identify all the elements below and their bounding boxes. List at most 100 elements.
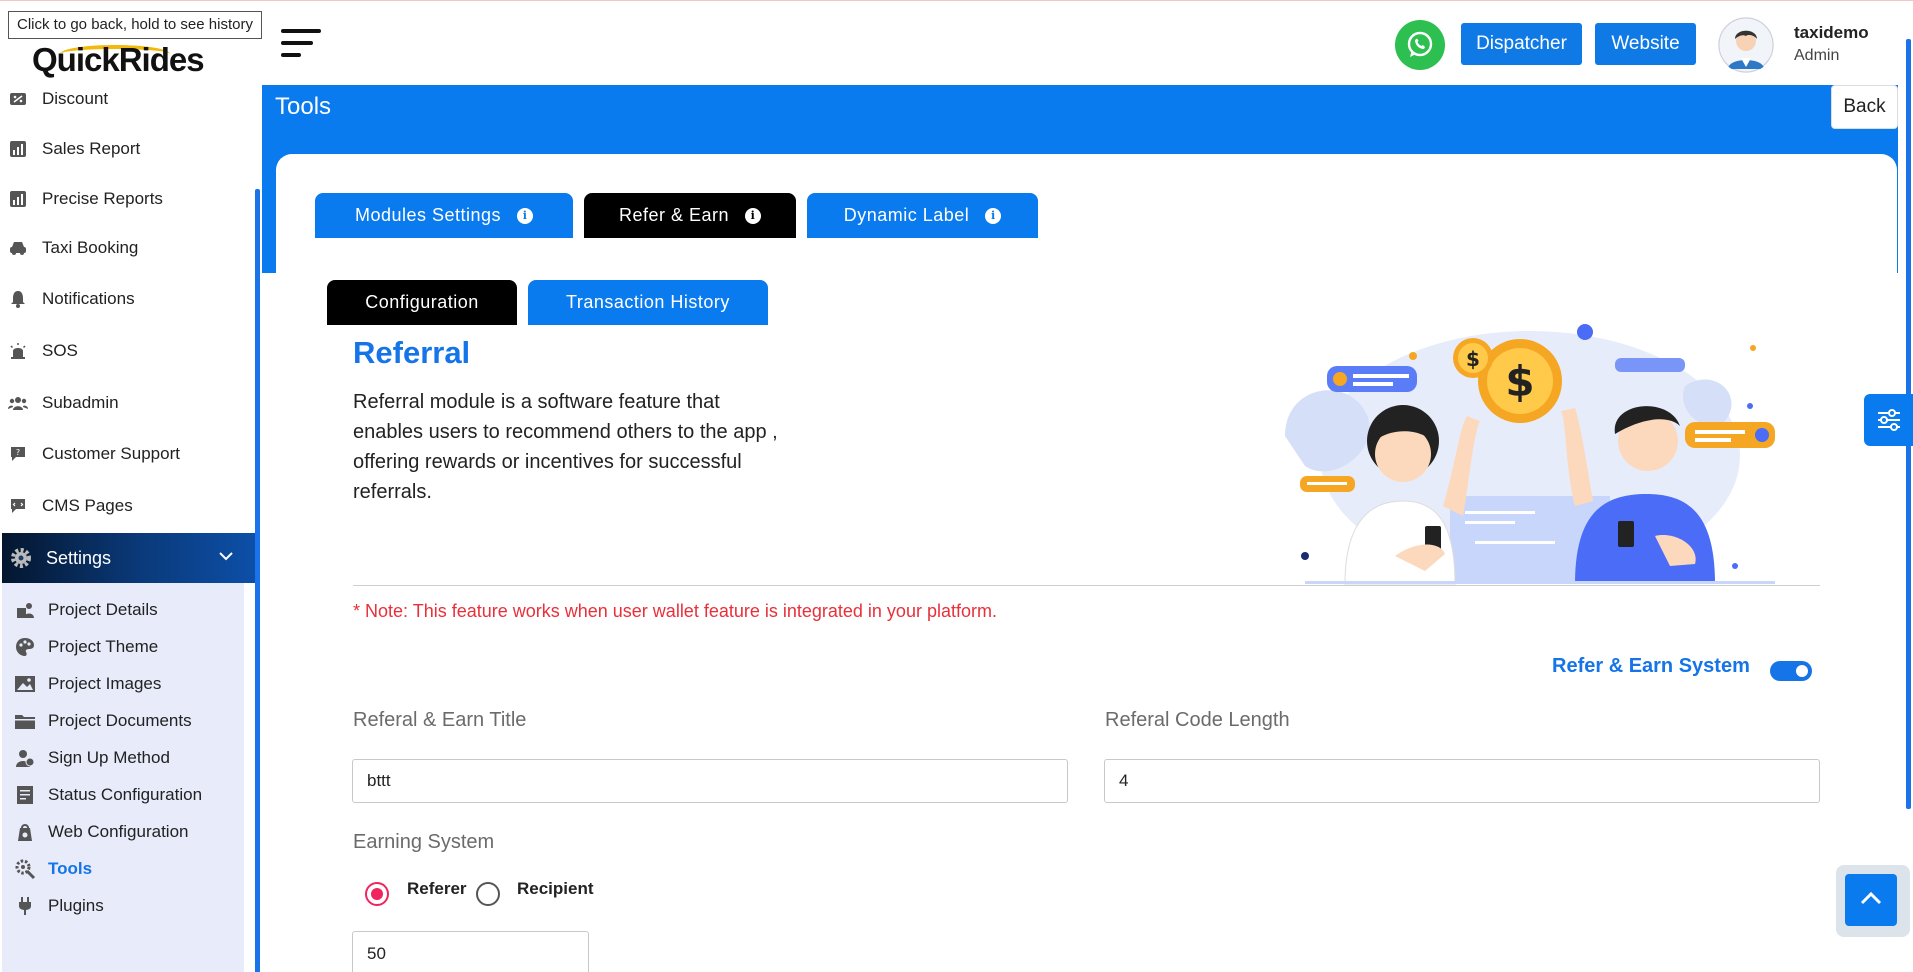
status-icon bbox=[14, 784, 36, 806]
submenu-item-label: Project Documents bbox=[48, 711, 192, 730]
tools-icon bbox=[14, 858, 36, 880]
sidebar-item-label: Customer Support bbox=[42, 444, 180, 463]
submenu-item-label: Sign Up Method bbox=[48, 748, 170, 767]
sidebar-item-notifications[interactable]: Notifications bbox=[8, 285, 135, 313]
image-icon bbox=[14, 673, 36, 695]
submenu-item-label: Status Configuration bbox=[48, 785, 203, 804]
section-divider bbox=[353, 585, 1820, 586]
web-config-icon bbox=[14, 821, 36, 843]
tab-refer-earn[interactable]: Refer & Earn i bbox=[584, 193, 796, 238]
sidebar-scrollbar[interactable] bbox=[255, 189, 260, 972]
wallet-note: * Note: This feature works when user wal… bbox=[353, 601, 997, 621]
sidebar-item-label: SOS bbox=[42, 341, 78, 360]
sidebar: Click to go back, hold to see history Qu… bbox=[0, 1, 262, 972]
sidebar-item-label: Precise Reports bbox=[42, 189, 163, 208]
sidebar-item-cms-pages[interactable]: CMS Pages bbox=[8, 492, 133, 520]
whatsapp-icon[interactable] bbox=[1395, 20, 1445, 70]
svg-text:?: ? bbox=[16, 448, 20, 457]
submenu-item-project-theme[interactable]: Project Theme bbox=[14, 634, 158, 660]
sidebar-item-subadmin[interactable]: Subadmin bbox=[8, 389, 119, 417]
bell-icon bbox=[8, 289, 28, 309]
submenu-item-tools[interactable]: Tools bbox=[14, 856, 92, 882]
submenu-item-project-images[interactable]: Project Images bbox=[14, 671, 161, 697]
sliders-icon[interactable] bbox=[1864, 394, 1913, 446]
user-name: taxidemo bbox=[1794, 23, 1869, 42]
referral-description: Referral module is a software feature th… bbox=[353, 391, 778, 503]
dispatcher-button[interactable]: Dispatcher bbox=[1461, 23, 1582, 65]
info-icon[interactable]: i bbox=[985, 207, 1002, 224]
submenu-item-project-documents[interactable]: Project Documents bbox=[14, 708, 192, 734]
submenu-item-label: Project Images bbox=[48, 674, 162, 693]
sidebar-item-label: Taxi Booking bbox=[42, 238, 139, 257]
sidebar-item-sos[interactable]: SOS bbox=[8, 337, 78, 365]
user-add-icon bbox=[14, 747, 36, 769]
page-title: Tools bbox=[275, 93, 332, 120]
page: Click to go back, hold to see history Qu… bbox=[0, 0, 1913, 972]
sidebar-item-sales-report[interactable]: Sales Report bbox=[8, 135, 140, 163]
info-icon[interactable]: i bbox=[745, 207, 762, 224]
svg-text:$: $ bbox=[1505, 357, 1534, 406]
car-icon bbox=[8, 238, 28, 258]
sidebar-item-label: Sales Report bbox=[42, 139, 141, 158]
tab-dynamic-label[interactable]: Dynamic Label i bbox=[807, 193, 1038, 238]
siren-icon bbox=[8, 341, 28, 361]
tab-label: Refer & Earn bbox=[618, 205, 730, 225]
sidebar-item-label: CMS Pages bbox=[42, 496, 133, 515]
radio-referer-label: Referer bbox=[407, 879, 467, 898]
submenu-item-label: Project Theme bbox=[48, 637, 159, 656]
radio-recipient[interactable] bbox=[476, 882, 500, 906]
submenu-item-plugins[interactable]: Plugins bbox=[14, 893, 104, 919]
submenu-item-project-details[interactable]: Project Details bbox=[14, 597, 158, 623]
chevron-down-icon[interactable] bbox=[218, 545, 234, 566]
svg-text:$: $ bbox=[1466, 347, 1480, 371]
logo[interactable]: QuickRides bbox=[32, 41, 205, 79]
radio-recipient-label: Recipient bbox=[517, 879, 594, 898]
sidebar-item-settings[interactable]: Settings bbox=[2, 533, 256, 583]
submenu-item-label: Web Configuration bbox=[48, 822, 189, 841]
sidebar-item-label: Subadmin bbox=[42, 393, 119, 412]
refer-earn-toggle-label: Refer & Earn System bbox=[1552, 655, 1750, 677]
amount-input[interactable] bbox=[352, 931, 589, 972]
sidebar-item-label: Settings bbox=[46, 547, 112, 568]
radio-referer[interactable] bbox=[365, 882, 389, 906]
tab-modules-settings[interactable]: Modules Settings i bbox=[315, 193, 573, 238]
gear-icon bbox=[8, 545, 34, 571]
plug-icon bbox=[14, 895, 36, 917]
sidebar-item-label: Notifications bbox=[42, 289, 135, 308]
back-button[interactable]: Back bbox=[1831, 85, 1898, 129]
subtab-configuration[interactable]: Configuration bbox=[327, 280, 517, 325]
tab-label: Dynamic Label bbox=[843, 205, 970, 225]
submenu-item-sign-up-method[interactable]: Sign Up Method bbox=[14, 745, 170, 771]
title-field-label: Referal & Earn Title bbox=[353, 709, 527, 731]
submenu-item-status-configuration[interactable]: Status Configuration bbox=[14, 782, 202, 808]
support-icon: ? bbox=[8, 444, 28, 464]
back-tooltip: Click to go back, hold to see history bbox=[8, 11, 262, 39]
avatar[interactable] bbox=[1718, 17, 1774, 73]
sidebar-item-precise-reports[interactable]: Precise Reports bbox=[8, 185, 163, 213]
submenu-item-label: Tools bbox=[48, 859, 93, 878]
cms-icon bbox=[8, 496, 28, 516]
users-icon bbox=[8, 393, 28, 413]
palette-icon bbox=[14, 636, 36, 658]
discount-icon bbox=[8, 89, 28, 109]
sidebar-item-label: Discount bbox=[42, 89, 109, 108]
scroll-to-top-button[interactable] bbox=[1845, 874, 1897, 926]
referral-title: Referral bbox=[353, 335, 471, 370]
refer-earn-toggle[interactable] bbox=[1770, 661, 1812, 681]
submenu-item-web-configuration[interactable]: Web Configuration bbox=[14, 819, 189, 845]
submenu-item-label: Project Details bbox=[48, 600, 158, 619]
settings-submenu: Project Details Project Theme Project Im… bbox=[2, 583, 244, 972]
menu-toggle-icon[interactable] bbox=[281, 29, 321, 59]
earning-system-label: Earning System bbox=[353, 831, 495, 853]
project-icon bbox=[14, 599, 36, 621]
sidebar-item-customer-support[interactable]: ? Customer Support bbox=[8, 440, 180, 468]
chevron-up-icon bbox=[1859, 890, 1883, 911]
title-input[interactable] bbox=[352, 759, 1068, 803]
folder-icon bbox=[14, 710, 36, 732]
code-length-input[interactable] bbox=[1104, 759, 1820, 803]
website-button[interactable]: Website bbox=[1595, 23, 1696, 65]
info-icon[interactable]: i bbox=[517, 207, 534, 224]
subtab-transaction-history[interactable]: Transaction History bbox=[528, 280, 768, 325]
sidebar-item-taxi-booking[interactable]: Taxi Booking bbox=[8, 234, 138, 262]
sidebar-item-discount[interactable]: Discount bbox=[8, 85, 108, 113]
